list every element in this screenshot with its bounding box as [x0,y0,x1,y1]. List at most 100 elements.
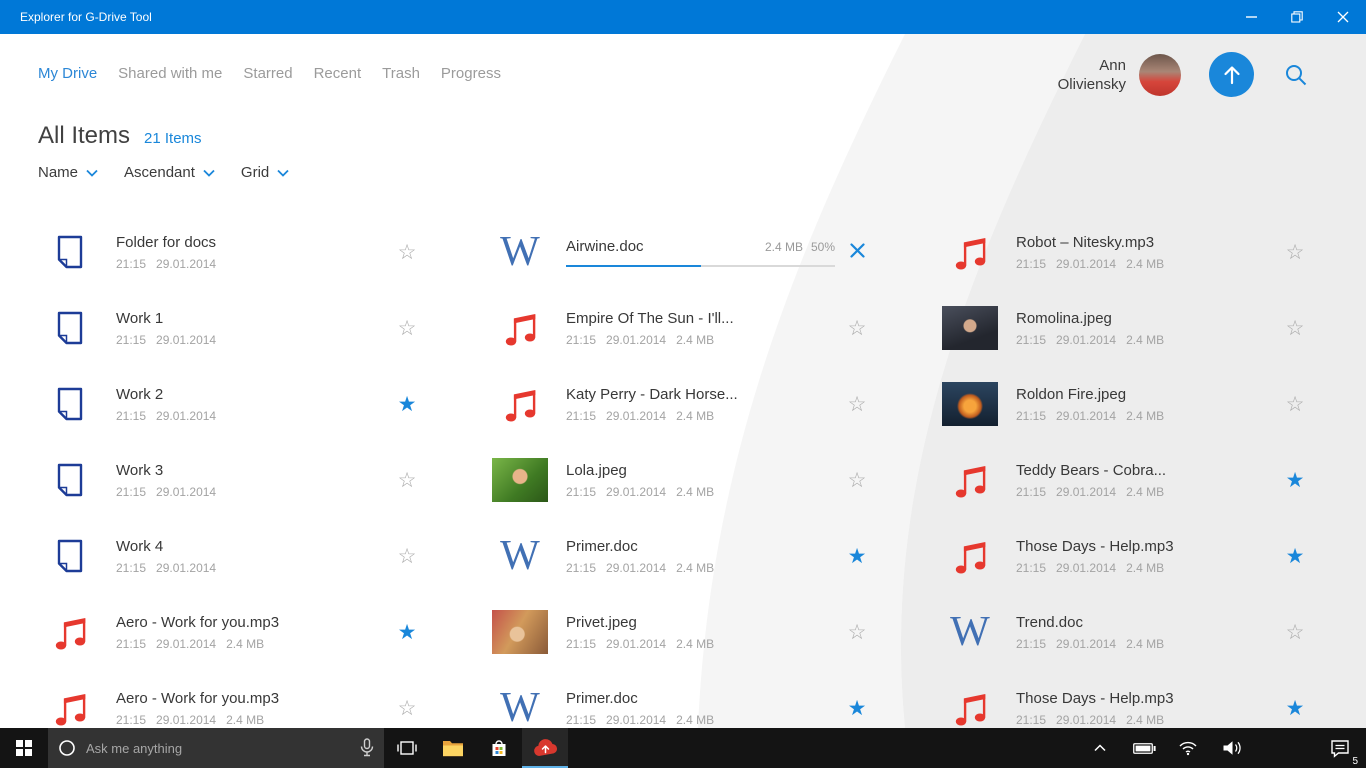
file-item[interactable]: W Trend.doc 21:15 29.01.2014 2.4 MB ☆ [938,594,1366,670]
image-thumbnail [488,458,552,502]
chevron-down-icon [86,169,98,177]
star-icon[interactable]: ☆ [385,242,429,263]
star-icon[interactable]: ☆ [835,318,879,339]
file-text: Empire Of The Sun - I'll... 21:15 29.01.20… [566,310,835,347]
star-icon[interactable]: ★ [1273,470,1317,491]
star-icon[interactable]: ☆ [1273,622,1317,643]
file-item[interactable]: Empire Of The Sun - I'll... 21:15 29.01.20… [488,290,938,366]
file-item[interactable]: Folder for docs 21:15 29.01.2014 ☆ [38,214,488,290]
file-title: Aero - Work for you.mp3 [116,689,280,707]
search-button[interactable] [1282,61,1310,89]
tab-progress[interactable]: Progress [441,65,501,82]
file-item[interactable]: Those Days - Help.mp3 21:15 29.01.2014 2.4 … [938,670,1366,728]
star-icon[interactable]: ★ [385,394,429,415]
file-grid: Folder for docs 21:15 29.01.2014 ☆ Work 1 21:… [38,214,1366,728]
music-note-icon [488,386,552,423]
start-button[interactable] [0,728,48,768]
music-note-icon [38,690,102,727]
file-item[interactable]: W Primer.doc 21:15 29.01.2014 2.4 MB ★ [488,518,938,594]
file-item[interactable]: Robot – Nitesky.mp3 21:15 29.01.2014 2.4 MB… [938,214,1366,290]
restore-icon [1291,11,1303,23]
music-note-icon [938,462,1002,499]
star-icon[interactable]: ☆ [385,470,429,491]
star-icon[interactable]: ☆ [385,318,429,339]
user-name[interactable]: Ann Oliviensky [1058,56,1126,94]
file-item[interactable]: Those Days - Help.mp3 21:15 29.01.2014 2.4 … [938,518,1366,594]
star-icon[interactable]: ☆ [1273,318,1317,339]
user-avatar[interactable] [1139,53,1181,96]
file-item[interactable]: Aero - Work for you.mp3 21:15 29.01.2014 2.… [38,594,488,670]
view-mode-dropdown[interactable]: Grid [241,164,289,181]
network-icon[interactable] [1174,728,1202,768]
file-item[interactable]: Roldon Fire.jpeg 21:15 29.01.2014 2.4 MB ☆ [938,366,1366,442]
star-icon[interactable]: ☆ [385,546,429,567]
file-title: Teddy Bears - Cobra... [1016,461,1167,479]
file-meta: 21:15 29.01.2014 2.4 MB [566,712,715,727]
tab-starred[interactable]: Starred [243,65,292,82]
word-doc-icon: W [950,609,990,655]
file-item[interactable]: Teddy Bears - Cobra... 21:15 29.01.2014 2.4… [938,442,1366,518]
file-meta: 21:15 29.01.2014 [116,560,217,575]
file-meta: 21:15 29.01.2014 [116,408,217,423]
sort-by-dropdown[interactable]: Name [38,164,98,181]
battery-icon[interactable] [1130,728,1158,768]
star-icon[interactable]: ★ [835,546,879,567]
volume-icon[interactable] [1218,728,1246,768]
file-item[interactable]: Work 1 21:15 29.01.2014 ☆ [38,290,488,366]
star-icon[interactable]: ★ [385,622,429,643]
upload-button[interactable] [1209,52,1254,97]
star-icon[interactable]: ★ [835,698,879,719]
star-icon[interactable]: ★ [1273,546,1317,567]
file-text: Folder for docs 21:15 29.01.2014 [116,234,385,271]
document-icon [38,539,102,573]
window-title: Explorer for G-Drive Tool [20,10,152,24]
close-button[interactable] [1320,0,1366,34]
file-explorer-button[interactable] [430,728,476,768]
sort-order-dropdown[interactable]: Ascendant [124,164,215,181]
file-title: Those Days - Help.mp3 [1016,537,1174,555]
minimize-button[interactable] [1228,0,1274,34]
show-hidden-icons-button[interactable] [1086,728,1114,768]
store-bag-icon [492,740,506,756]
file-item[interactable]: W Airwine.doc 2.4 MB 50% [488,214,938,290]
file-text: Privet.jpeg 21:15 29.01.2014 2.4 MB [566,614,835,651]
tab-recent[interactable]: Recent [314,65,362,82]
file-text: Work 1 21:15 29.01.2014 [116,310,385,347]
file-item[interactable]: Work 2 21:15 29.01.2014 ★ [38,366,488,442]
tab-shared-with-me[interactable]: Shared with me [118,65,222,82]
star-icon[interactable]: ☆ [1273,242,1317,263]
file-title: Airwine.doc [566,237,644,255]
file-item[interactable]: Aero - Work for you.mp3 21:15 29.01.2014 2.… [38,670,488,728]
file-text: Lola.jpeg 21:15 29.01.2014 2.4 MB [566,462,835,499]
file-text: Aero - Work for you.mp3 21:15 29.01.2014 2.… [116,690,385,727]
tab-my-drive[interactable]: My Drive [38,65,97,82]
restore-button[interactable] [1274,0,1320,34]
star-icon[interactable]: ☆ [385,698,429,719]
microphone-icon[interactable] [360,738,374,758]
file-item[interactable]: Katy Perry - Dark Horse... 21:15 29.01.201… [488,366,938,442]
file-item[interactable]: W Primer.doc 21:15 29.01.2014 2.4 MB ★ [488,670,938,728]
star-icon[interactable]: ☆ [835,470,879,491]
tab-trash[interactable]: Trash [382,65,420,82]
star-icon[interactable]: ★ [1273,698,1317,719]
file-meta: 21:15 29.01.2014 2.4 MB [116,636,265,651]
gdrive-app-button[interactable] [522,728,568,768]
file-item[interactable]: Work 4 21:15 29.01.2014 ☆ [38,518,488,594]
file-item[interactable]: Privet.jpeg 21:15 29.01.2014 2.4 MB ☆ [488,594,938,670]
upload-arrow-icon [1223,65,1240,84]
file-item[interactable]: Work 3 21:15 29.01.2014 ☆ [38,442,488,518]
cancel-upload-icon[interactable] [835,242,879,263]
file-item[interactable]: Romolina.jpeg 21:15 29.01.2014 2.4 MB ☆ [938,290,1366,366]
star-icon[interactable]: ☆ [835,394,879,415]
user-cluster: Ann Oliviensky [1058,52,1310,97]
file-meta: 21:15 29.01.2014 2.4 MB [116,712,265,727]
user-name-line: Oliviensky [1057,75,1126,93]
file-item[interactable]: Lola.jpeg 21:15 29.01.2014 2.4 MB ☆ [488,442,938,518]
cortana-search[interactable]: Ask me anything [48,728,384,768]
action-center-button[interactable]: 5 [1320,728,1360,768]
app-window: Explorer for G-Drive Tool My Drive Share… [0,0,1366,768]
star-icon[interactable]: ☆ [835,622,879,643]
star-icon[interactable]: ☆ [1273,394,1317,415]
store-button[interactable] [476,728,522,768]
task-view-button[interactable] [384,728,430,768]
